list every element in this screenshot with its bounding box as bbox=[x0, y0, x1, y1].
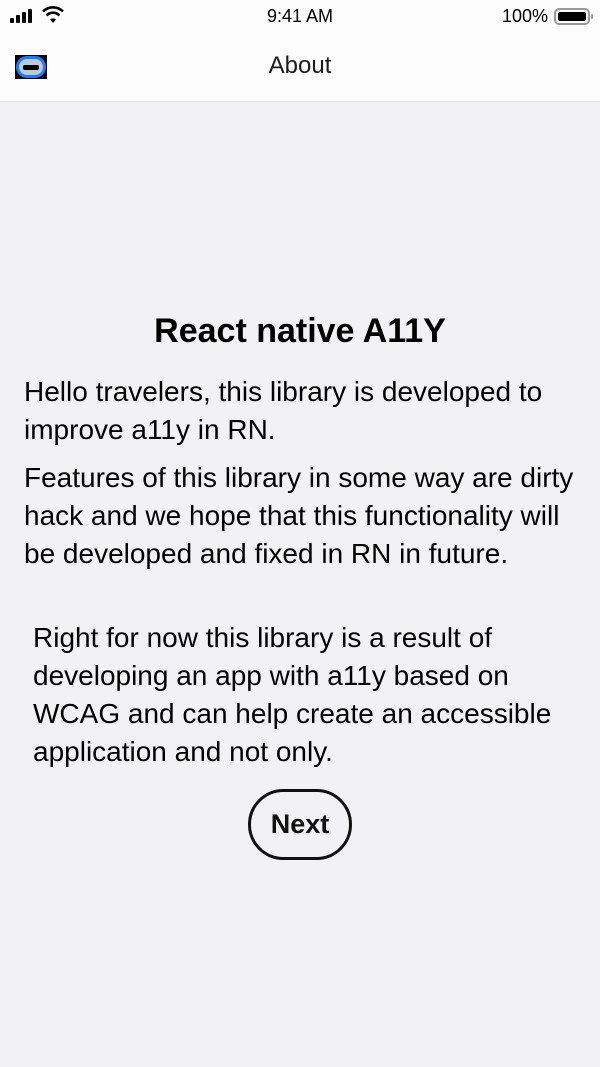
battery-icon bbox=[554, 8, 593, 25]
next-button[interactable]: Next bbox=[248, 789, 352, 860]
status-bar: 9:41 AM 100% bbox=[0, 0, 600, 34]
purpose-paragraph: Right for now this library is a result o… bbox=[33, 622, 552, 767]
features-paragraph: Features of this library in some way are… bbox=[24, 462, 574, 569]
intro-paragraph: Hello travelers, this library is develop… bbox=[24, 376, 543, 445]
content-title: React native A11Y bbox=[154, 312, 446, 350]
page-title: About bbox=[268, 52, 332, 79]
battery-percent: 100% bbox=[501, 6, 548, 26]
navigation-header: About bbox=[0, 34, 600, 102]
